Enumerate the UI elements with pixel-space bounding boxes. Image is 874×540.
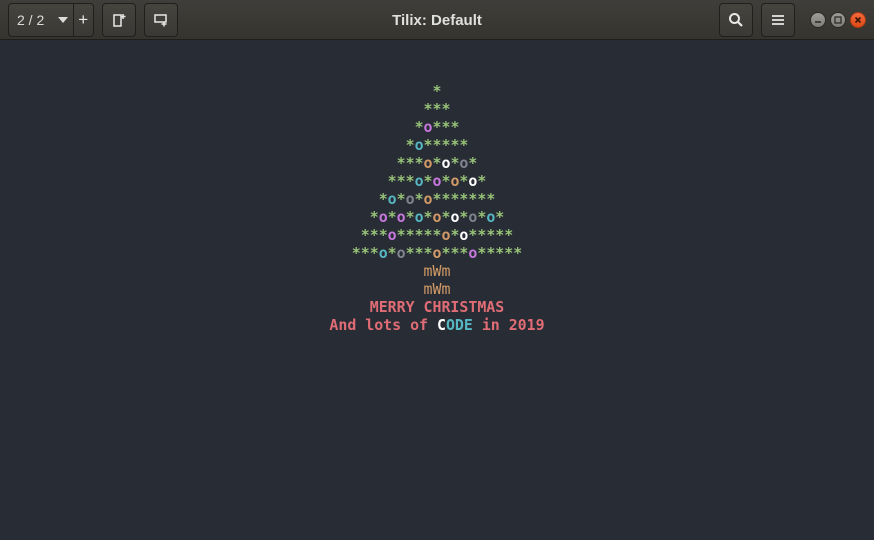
minimize-icon [815, 21, 821, 23]
tree-line: *o*** [414, 118, 460, 136]
tree-trunk-line: mWm [423, 280, 451, 298]
tree-line: ***o*o***o***o***** [351, 244, 523, 262]
message-line: And lots of CODE in 2019 [0, 316, 874, 334]
close-icon [854, 16, 862, 24]
hamburger-icon [772, 15, 784, 25]
search-button[interactable] [719, 3, 753, 37]
session-count-label: 2 / 2 [17, 12, 45, 28]
message-prefix: And lots of [329, 316, 437, 334]
close-button[interactable] [850, 12, 866, 28]
tree-line: * [432, 82, 442, 100]
search-icon [729, 13, 743, 27]
tree-line: ***o*****o*o***** [360, 226, 514, 244]
terminal-output: * *** *o*** *o***** ***o*o*o* ***o*o*o*o* *o*o… [0, 82, 874, 334]
minimize-button[interactable] [810, 12, 826, 28]
tree-line: ***o*o*o*o* [387, 172, 487, 190]
add-terminal-down-icon [154, 14, 167, 27]
header-bar: 2 / 2 + Tilix: Default [0, 0, 874, 40]
add-terminal-down-button[interactable] [144, 3, 178, 37]
christmas-tree: * *** *o*** *o***** ***o*o*o* ***o*o*o*o* *o*o… [0, 82, 874, 262]
session-switcher[interactable]: 2 / 2 + [8, 3, 94, 37]
session-count-button[interactable]: 2 / 2 [9, 4, 74, 36]
greeting-line: MERRY CHRISTMAS [369, 298, 505, 316]
add-terminal-right-button[interactable] [102, 3, 136, 37]
tree-line: *o*o*o*o*o*o*o* [369, 208, 505, 226]
tree-line: *o*o*o******* [378, 190, 496, 208]
menu-button[interactable] [761, 3, 795, 37]
tree-line: ***o*o*o* [396, 154, 478, 172]
maximize-button[interactable] [830, 12, 846, 28]
message-c-char: C [436, 316, 446, 334]
tree-line: *o***** [405, 136, 469, 154]
message-suffix: in 2019 [472, 316, 545, 334]
tree-trunk-line: mWm [423, 262, 451, 280]
add-terminal-right-icon [113, 14, 126, 27]
plus-icon[interactable]: + [74, 4, 93, 36]
message-ode: ODE [445, 316, 473, 334]
terminal-pane[interactable]: * *** *o*** *o***** ***o*o*o* ***o*o*o*o* *o*o… [0, 40, 874, 540]
maximize-icon [834, 16, 842, 24]
tree-line: *** [423, 100, 451, 118]
chevron-down-icon [58, 17, 69, 23]
